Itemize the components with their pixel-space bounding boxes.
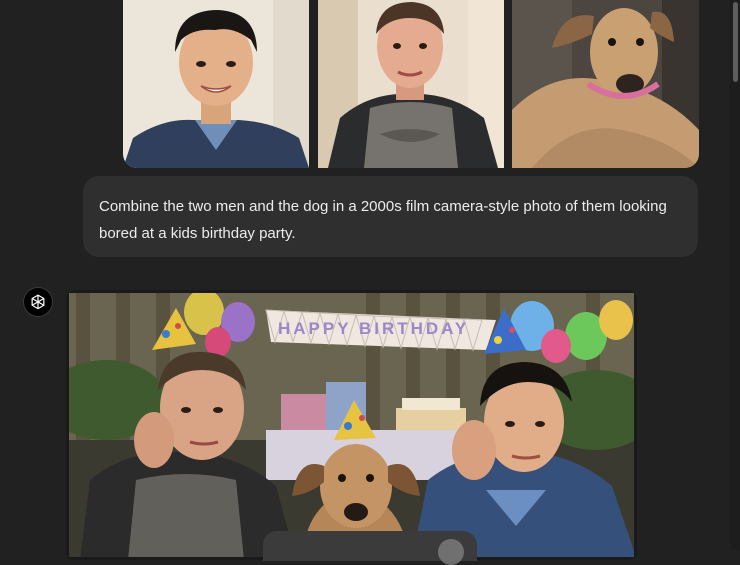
scrollbar[interactable] [730,0,740,550]
banner-text: HAPPY BIRTHDAY [278,319,469,338]
generated-image[interactable]: HAPPY BIRTHDAY [66,290,637,560]
user-message-bubble: Combine the two men and the dog in a 200… [83,176,698,257]
user-message-text: Combine the two men and the dog in a 200… [99,198,667,242]
uploaded-image-man-2[interactable] [318,0,504,168]
scrollbar-thumb[interactable] [733,2,738,82]
uploaded-image-man-1[interactable] [123,0,309,168]
scroll-down-button[interactable] [438,539,464,565]
openai-logo-icon [23,287,53,317]
uploaded-images [123,0,699,168]
uploaded-image-dog[interactable] [512,0,699,168]
